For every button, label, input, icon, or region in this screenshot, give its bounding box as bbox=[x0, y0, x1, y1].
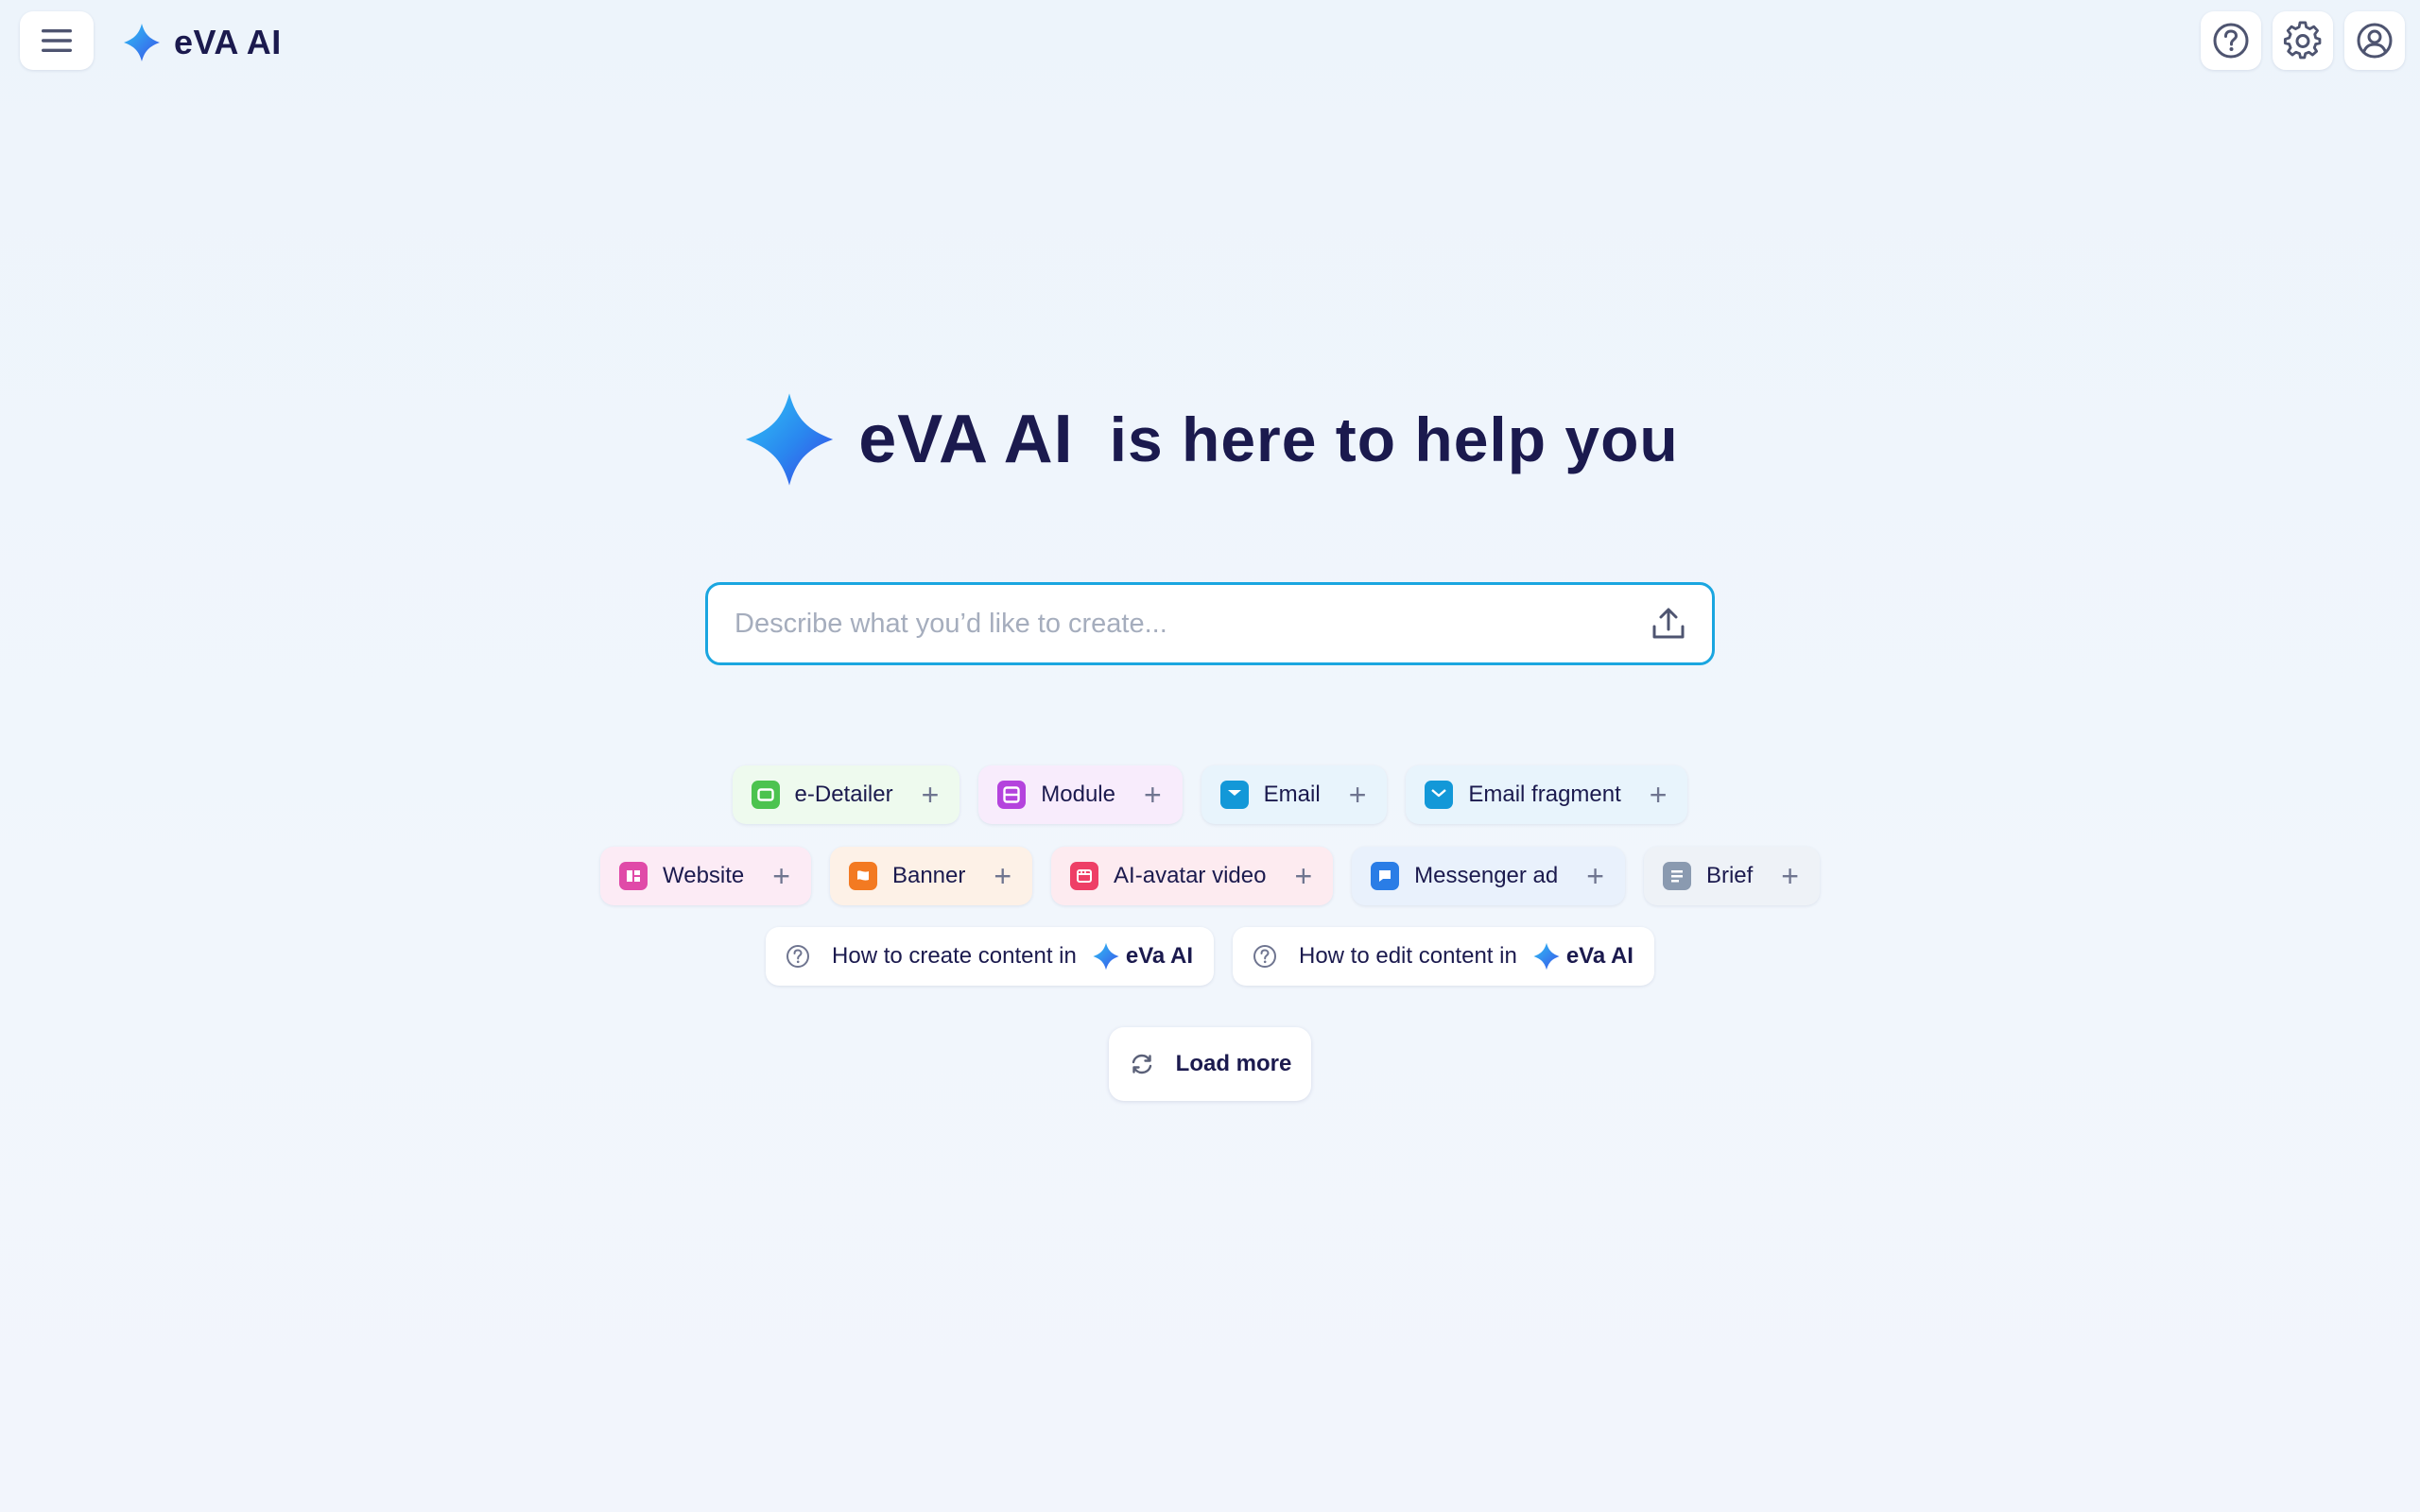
chip-banner[interactable]: Banner + bbox=[829, 847, 1033, 905]
brand-name: eVA AI bbox=[174, 23, 282, 61]
hero-brand-name: eVA AI bbox=[858, 402, 1074, 477]
chip-messenger-ad[interactable]: Messenger ad + bbox=[1352, 847, 1625, 905]
chip-email[interactable]: Email + bbox=[1201, 765, 1388, 824]
messenger-icon bbox=[1371, 862, 1400, 890]
chip-ai-avatar-video[interactable]: AI-avatar video + bbox=[1051, 847, 1334, 905]
plus-icon: + bbox=[1294, 859, 1313, 893]
chip-module[interactable]: Module + bbox=[978, 765, 1183, 824]
email-icon bbox=[1219, 781, 1249, 809]
upload-icon bbox=[1652, 608, 1685, 639]
chip-label: Banner bbox=[891, 863, 966, 888]
chip-e-detailer[interactable]: e-Detailer + bbox=[732, 765, 960, 824]
chip-website[interactable]: Website + bbox=[600, 847, 811, 905]
plus-icon: + bbox=[1143, 778, 1162, 812]
e-detailer-icon bbox=[751, 781, 780, 809]
brief-icon bbox=[1662, 862, 1691, 890]
help-button[interactable] bbox=[2201, 11, 2261, 70]
gear-icon bbox=[2283, 21, 2322, 60]
plus-icon: + bbox=[1586, 859, 1604, 893]
module-icon bbox=[997, 781, 1027, 809]
chip-label: e-Detailer bbox=[794, 782, 893, 807]
mini-brand-text: eVa AI bbox=[1565, 943, 1634, 969]
question-icon bbox=[1253, 945, 1276, 968]
plus-icon: + bbox=[921, 778, 940, 812]
chip-label: AI-avatar video bbox=[1114, 863, 1267, 888]
prompt-input[interactable] bbox=[735, 608, 1646, 640]
chip-label: Messenger ad bbox=[1414, 863, 1559, 888]
hero-heading: eVA AI is here to help you bbox=[0, 383, 2420, 496]
refresh-icon bbox=[1132, 1054, 1151, 1074]
chip-label: Email fragment bbox=[1468, 782, 1621, 807]
brand-logo[interactable]: eVA AI bbox=[123, 19, 282, 66]
eva-star-icon bbox=[1093, 942, 1119, 971]
help-edit-content[interactable]: How to edit content in eVa AI bbox=[1233, 927, 1654, 986]
load-more-button[interactable]: Load more bbox=[1109, 1027, 1311, 1101]
chip-label: Website bbox=[663, 863, 745, 888]
template-chips-row-1: e-Detailer + Module + Email + Email frag… bbox=[0, 765, 2420, 824]
chip-brief[interactable]: Brief + bbox=[1643, 847, 1820, 905]
chip-email-fragment[interactable]: Email fragment + bbox=[1406, 765, 1688, 824]
template-chips-row-2: Website + Banner + AI-avatar video + Mes… bbox=[0, 847, 2420, 905]
banner-icon bbox=[848, 862, 877, 890]
plus-icon: + bbox=[1649, 778, 1668, 812]
plus-icon: + bbox=[994, 859, 1012, 893]
chip-label: Module bbox=[1041, 782, 1115, 807]
email-fragment-icon bbox=[1425, 781, 1454, 809]
website-icon bbox=[619, 862, 648, 890]
settings-button[interactable] bbox=[2273, 11, 2333, 70]
plus-icon: + bbox=[772, 859, 790, 893]
top-actions bbox=[2201, 11, 2405, 70]
eva-star-icon bbox=[124, 24, 160, 61]
menu-button[interactable] bbox=[20, 11, 94, 70]
upload-button[interactable] bbox=[1646, 601, 1691, 646]
mini-brand: eVa AI bbox=[1092, 942, 1193, 971]
hero-logo: eVA AI bbox=[741, 391, 1073, 488]
load-more-label: Load more bbox=[1175, 1051, 1292, 1076]
help-links-row: How to create content in eVa AI How to e… bbox=[0, 927, 2420, 986]
mini-brand: eVa AI bbox=[1532, 942, 1634, 971]
user-icon bbox=[2357, 23, 2393, 59]
prompt-box bbox=[705, 582, 1715, 665]
help-link-label: How to edit content in bbox=[1299, 943, 1517, 969]
help-icon bbox=[2213, 23, 2249, 59]
top-bar: eVA AI bbox=[0, 0, 2420, 85]
chip-label: Email bbox=[1263, 782, 1321, 807]
question-icon bbox=[786, 945, 810, 968]
eva-star-icon bbox=[1533, 942, 1560, 971]
hamburger-icon bbox=[42, 29, 72, 52]
eva-star-icon bbox=[746, 393, 834, 486]
help-link-label: How to create content in bbox=[832, 943, 1077, 969]
plus-icon: + bbox=[1781, 859, 1799, 893]
plus-icon: + bbox=[1348, 778, 1367, 812]
account-button[interactable] bbox=[2344, 11, 2405, 70]
hero-tagline: is here to help you bbox=[1109, 404, 1679, 474]
mini-brand-text: eVa AI bbox=[1125, 943, 1193, 969]
help-create-content[interactable]: How to create content in eVa AI bbox=[766, 927, 1214, 986]
video-icon bbox=[1070, 862, 1099, 890]
chip-label: Brief bbox=[1705, 863, 1754, 888]
